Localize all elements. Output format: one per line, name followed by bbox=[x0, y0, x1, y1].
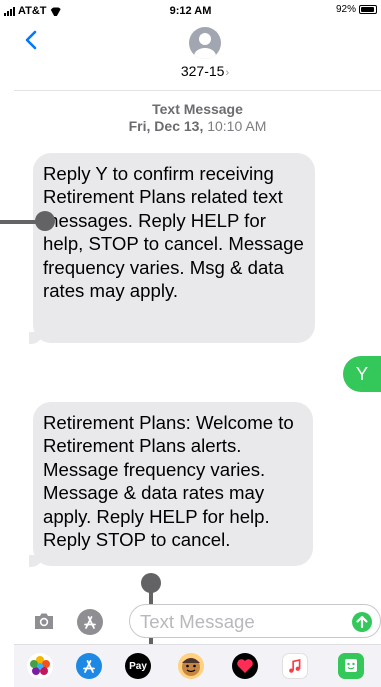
contact-header[interactable]: 327-15› bbox=[0, 63, 381, 79]
photos-icon[interactable] bbox=[27, 653, 53, 679]
incoming-message-bubble[interactable]: Reply Y to confirm receiving Retirement … bbox=[33, 153, 315, 343]
memoji-icon[interactable] bbox=[178, 653, 204, 679]
service-label: Text Message bbox=[152, 101, 243, 117]
contact-chevron-icon: › bbox=[225, 67, 230, 79]
status-bar: AT&T 9:12 AM 92% bbox=[0, 0, 381, 22]
camera-icon[interactable] bbox=[33, 612, 55, 630]
app-store-icon[interactable] bbox=[76, 653, 102, 679]
annotation-pointer-dot bbox=[35, 211, 55, 231]
memoji-glyph bbox=[182, 658, 200, 676]
header-divider bbox=[14, 90, 381, 91]
digital-touch-icon[interactable] bbox=[232, 653, 258, 679]
bubble-tail bbox=[29, 555, 43, 567]
outgoing-message-bubble[interactable]: Y bbox=[343, 356, 381, 392]
battery-icon bbox=[359, 5, 377, 14]
status-time: 9:12 AM bbox=[169, 5, 212, 17]
contact-avatar[interactable] bbox=[189, 27, 221, 59]
send-arrow-icon[interactable] bbox=[352, 612, 372, 632]
send-arrow-glyph bbox=[356, 615, 368, 629]
back-chevron-icon[interactable] bbox=[24, 30, 38, 50]
sticker-glyph bbox=[345, 659, 357, 672]
apple-pay-label: Pay bbox=[129, 660, 147, 672]
app-store-glyph bbox=[84, 616, 96, 629]
music-note-glyph bbox=[289, 658, 301, 673]
timestamp-day: Fri, Dec 13, bbox=[128, 118, 204, 134]
contact-name: 327-15 bbox=[180, 63, 225, 79]
music-icon[interactable] bbox=[282, 653, 308, 679]
timestamp-time: 10:10 AM bbox=[207, 118, 267, 134]
app-store-drawer-glyph bbox=[83, 660, 95, 673]
message-input-field[interactable] bbox=[129, 604, 381, 638]
battery-group: 92% bbox=[336, 4, 377, 15]
apple-pay-icon[interactable]: Pay bbox=[125, 653, 151, 679]
bubble-tail bbox=[29, 332, 43, 344]
message-input[interactable] bbox=[140, 611, 340, 633]
heart-glyph bbox=[237, 659, 253, 673]
battery-percent: 92% bbox=[335, 4, 356, 15]
sticker-app-icon[interactable] bbox=[338, 653, 364, 679]
photos-glyph bbox=[30, 656, 50, 675]
app-store-icon[interactable] bbox=[77, 609, 103, 635]
thread-timestamp: Text Message Fri, Dec 13, 10:10 AM bbox=[14, 101, 381, 135]
annotation-pointer-dot bbox=[141, 573, 161, 593]
incoming-message-bubble[interactable]: Retirement Plans: Welcome to Retirement … bbox=[33, 402, 313, 566]
